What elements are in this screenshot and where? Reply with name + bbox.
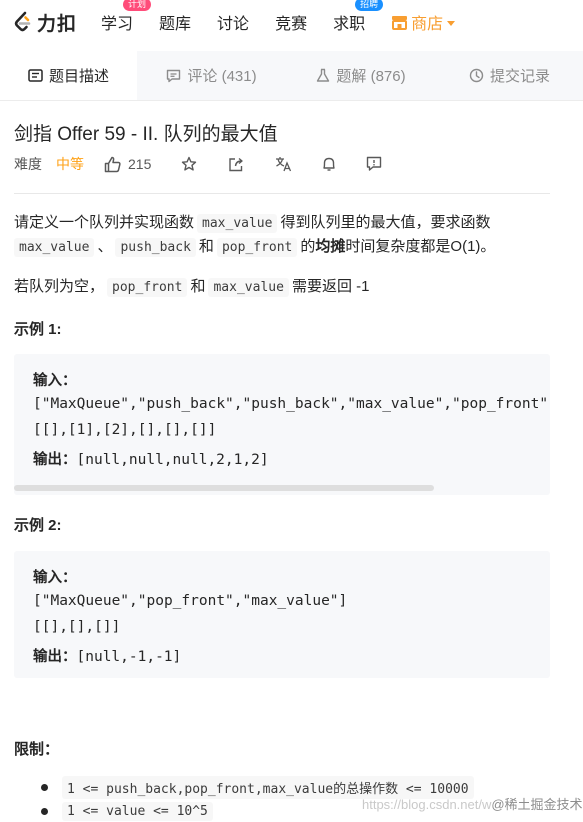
tab-label: 题解 (876) [336,68,406,85]
text: 得到队列里的最大值，要求函数 [280,214,491,231]
nav-item-label: 讨论 [217,16,250,33]
top-nav: 力扣 学习 计划 题库 讨论 竞赛 求职 招聘 商店 [0,0,583,44]
example-code-block[interactable]: 输入： ["MaxQueue","pop_front","max_value"]… [14,551,550,678]
output-label: 输出： [33,649,77,665]
text: 需要返回 -1 [291,278,370,295]
example-output: [null,-1,-1] [76,649,182,665]
star-icon [182,156,197,171]
problem-meta-bar: 难度 中等 215 [14,154,382,174]
favorite-button[interactable] [181,156,197,172]
logo-text: 力扣 [37,13,78,35]
input-label: 输入： [33,373,77,389]
like-button[interactable]: 215 [104,156,151,173]
example-input-args: [[],[1],[2],[],[],[]] [33,422,217,438]
tab-comments[interactable]: 评论 (431) [137,51,286,100]
output-label: 输出： [33,452,77,468]
text: 和 [190,278,206,295]
like-count: 215 [128,156,152,172]
nav-badge-hiring: 招聘 [355,0,384,11]
example-input-line: ["MaxQueue","push_back","push_back","max… [33,396,550,412]
example-code-block[interactable]: 输入： ["MaxQueue","push_back","push_back",… [14,354,550,495]
tab-label: 题目描述 [48,68,109,85]
leetcode-logo-icon [14,11,31,32]
inline-code: pop_front [107,278,188,297]
bold-text: 均摊 [315,238,346,255]
comment-icon [166,69,181,83]
inline-code: pop_front [216,238,298,257]
nav-item-label: 竞赛 [275,16,308,33]
nav-item-discuss[interactable]: 讨论 [217,10,249,34]
store-icon [392,15,408,30]
tab-solutions[interactable]: 题解 (876) [286,51,436,100]
history-icon [469,68,484,83]
watermark: https://blog.csdn.net/w@稀土掘金技术社区 [362,794,583,813]
bell-icon [323,157,336,171]
difficulty-value: 中等 [56,156,84,172]
nav-item-jobs[interactable]: 求职 招聘 [333,0,384,34]
description-icon [28,69,43,82]
inline-code: max_value [14,238,95,257]
inline-code: max_value [208,278,289,297]
tab-description[interactable]: 题目描述 [0,51,137,100]
nav-badge-plan: 计划 [123,0,152,11]
example-input-args: [[],[],[]] [33,619,121,635]
input-label: 输入： [33,570,77,586]
divider [14,193,550,194]
example-input-line: ["MaxQueue","pop_front","max_value"] [33,593,348,609]
tab-label: 提交记录 [489,68,550,85]
problem-title: 剑指 Offer 59 - II. 队列的最大值 [14,124,278,145]
watermark-text: https://blog.csdn.net/w [362,797,492,812]
constraint-item: 1 <= value <= 10^5 [14,800,213,822]
text: 若队列为空， [14,278,105,295]
flask-icon [316,68,330,83]
translate-button[interactable] [275,156,292,172]
horizontal-scrollbar[interactable] [14,485,434,491]
nav-item-problems[interactable]: 题库 [159,10,191,34]
feedback-icon [367,156,382,171]
text: 和 [198,238,214,255]
tab-submissions[interactable]: 提交记录 [436,51,583,100]
watermark-text: @稀土掘金技术社区 [491,797,583,812]
translate-icon [276,157,292,172]
text: 请定义一个队列并实现函数 [14,214,195,231]
nav-item-study[interactable]: 学习 计划 [101,0,152,34]
difficulty-label: 难度 [14,156,42,172]
chevron-down-icon [447,20,456,26]
text: 、 [97,238,113,255]
bullet-icon [41,783,48,791]
share-button[interactable] [228,156,245,172]
description-paragraph-1: 请定义一个队列并实现函数 max_value 得到队列里的最大值，要求函数 [14,211,490,236]
description-paragraph-2: 若队列为空， pop_front 和 max_value 需要返回 -1 [14,275,369,300]
bullet-icon [41,807,48,815]
example-heading: 示例 1: [14,321,62,338]
problem-tabs: 题目描述 评论 (431) 题解 (876) 提交记录 [0,51,583,101]
nav-item-store[interactable]: 商店 [391,10,456,34]
description-paragraph-1-cont: max_value、 push_back 和 pop_front 的均摊时间复杂度都是O… [14,235,495,260]
inline-code: max_value [197,214,278,233]
example-output: [null,null,null,2,1,2] [76,452,269,468]
nav-item-label: 学习 [101,16,134,33]
share-icon [229,157,244,172]
logo[interactable]: 力扣 [12,9,77,36]
feedback-button[interactable] [366,156,382,172]
example-heading: 示例 2: [14,517,62,534]
inline-code: push_back [115,238,196,257]
inline-code: 1 <= value <= 10^5 [62,801,213,821]
constraints-heading: 限制： [14,741,60,758]
nav-item-contest[interactable]: 竞赛 [275,10,307,34]
notify-button[interactable] [322,156,336,172]
tab-label: 评论 (431) [187,68,257,85]
thumbs-up-icon [104,156,121,172]
nav-item-label: 题库 [159,16,192,33]
text: 的 [300,238,316,255]
nav-item-label: 求职 [333,16,366,33]
store-label: 商店 [411,16,444,33]
text: 时间复杂度都是O(1)。 [345,238,496,255]
